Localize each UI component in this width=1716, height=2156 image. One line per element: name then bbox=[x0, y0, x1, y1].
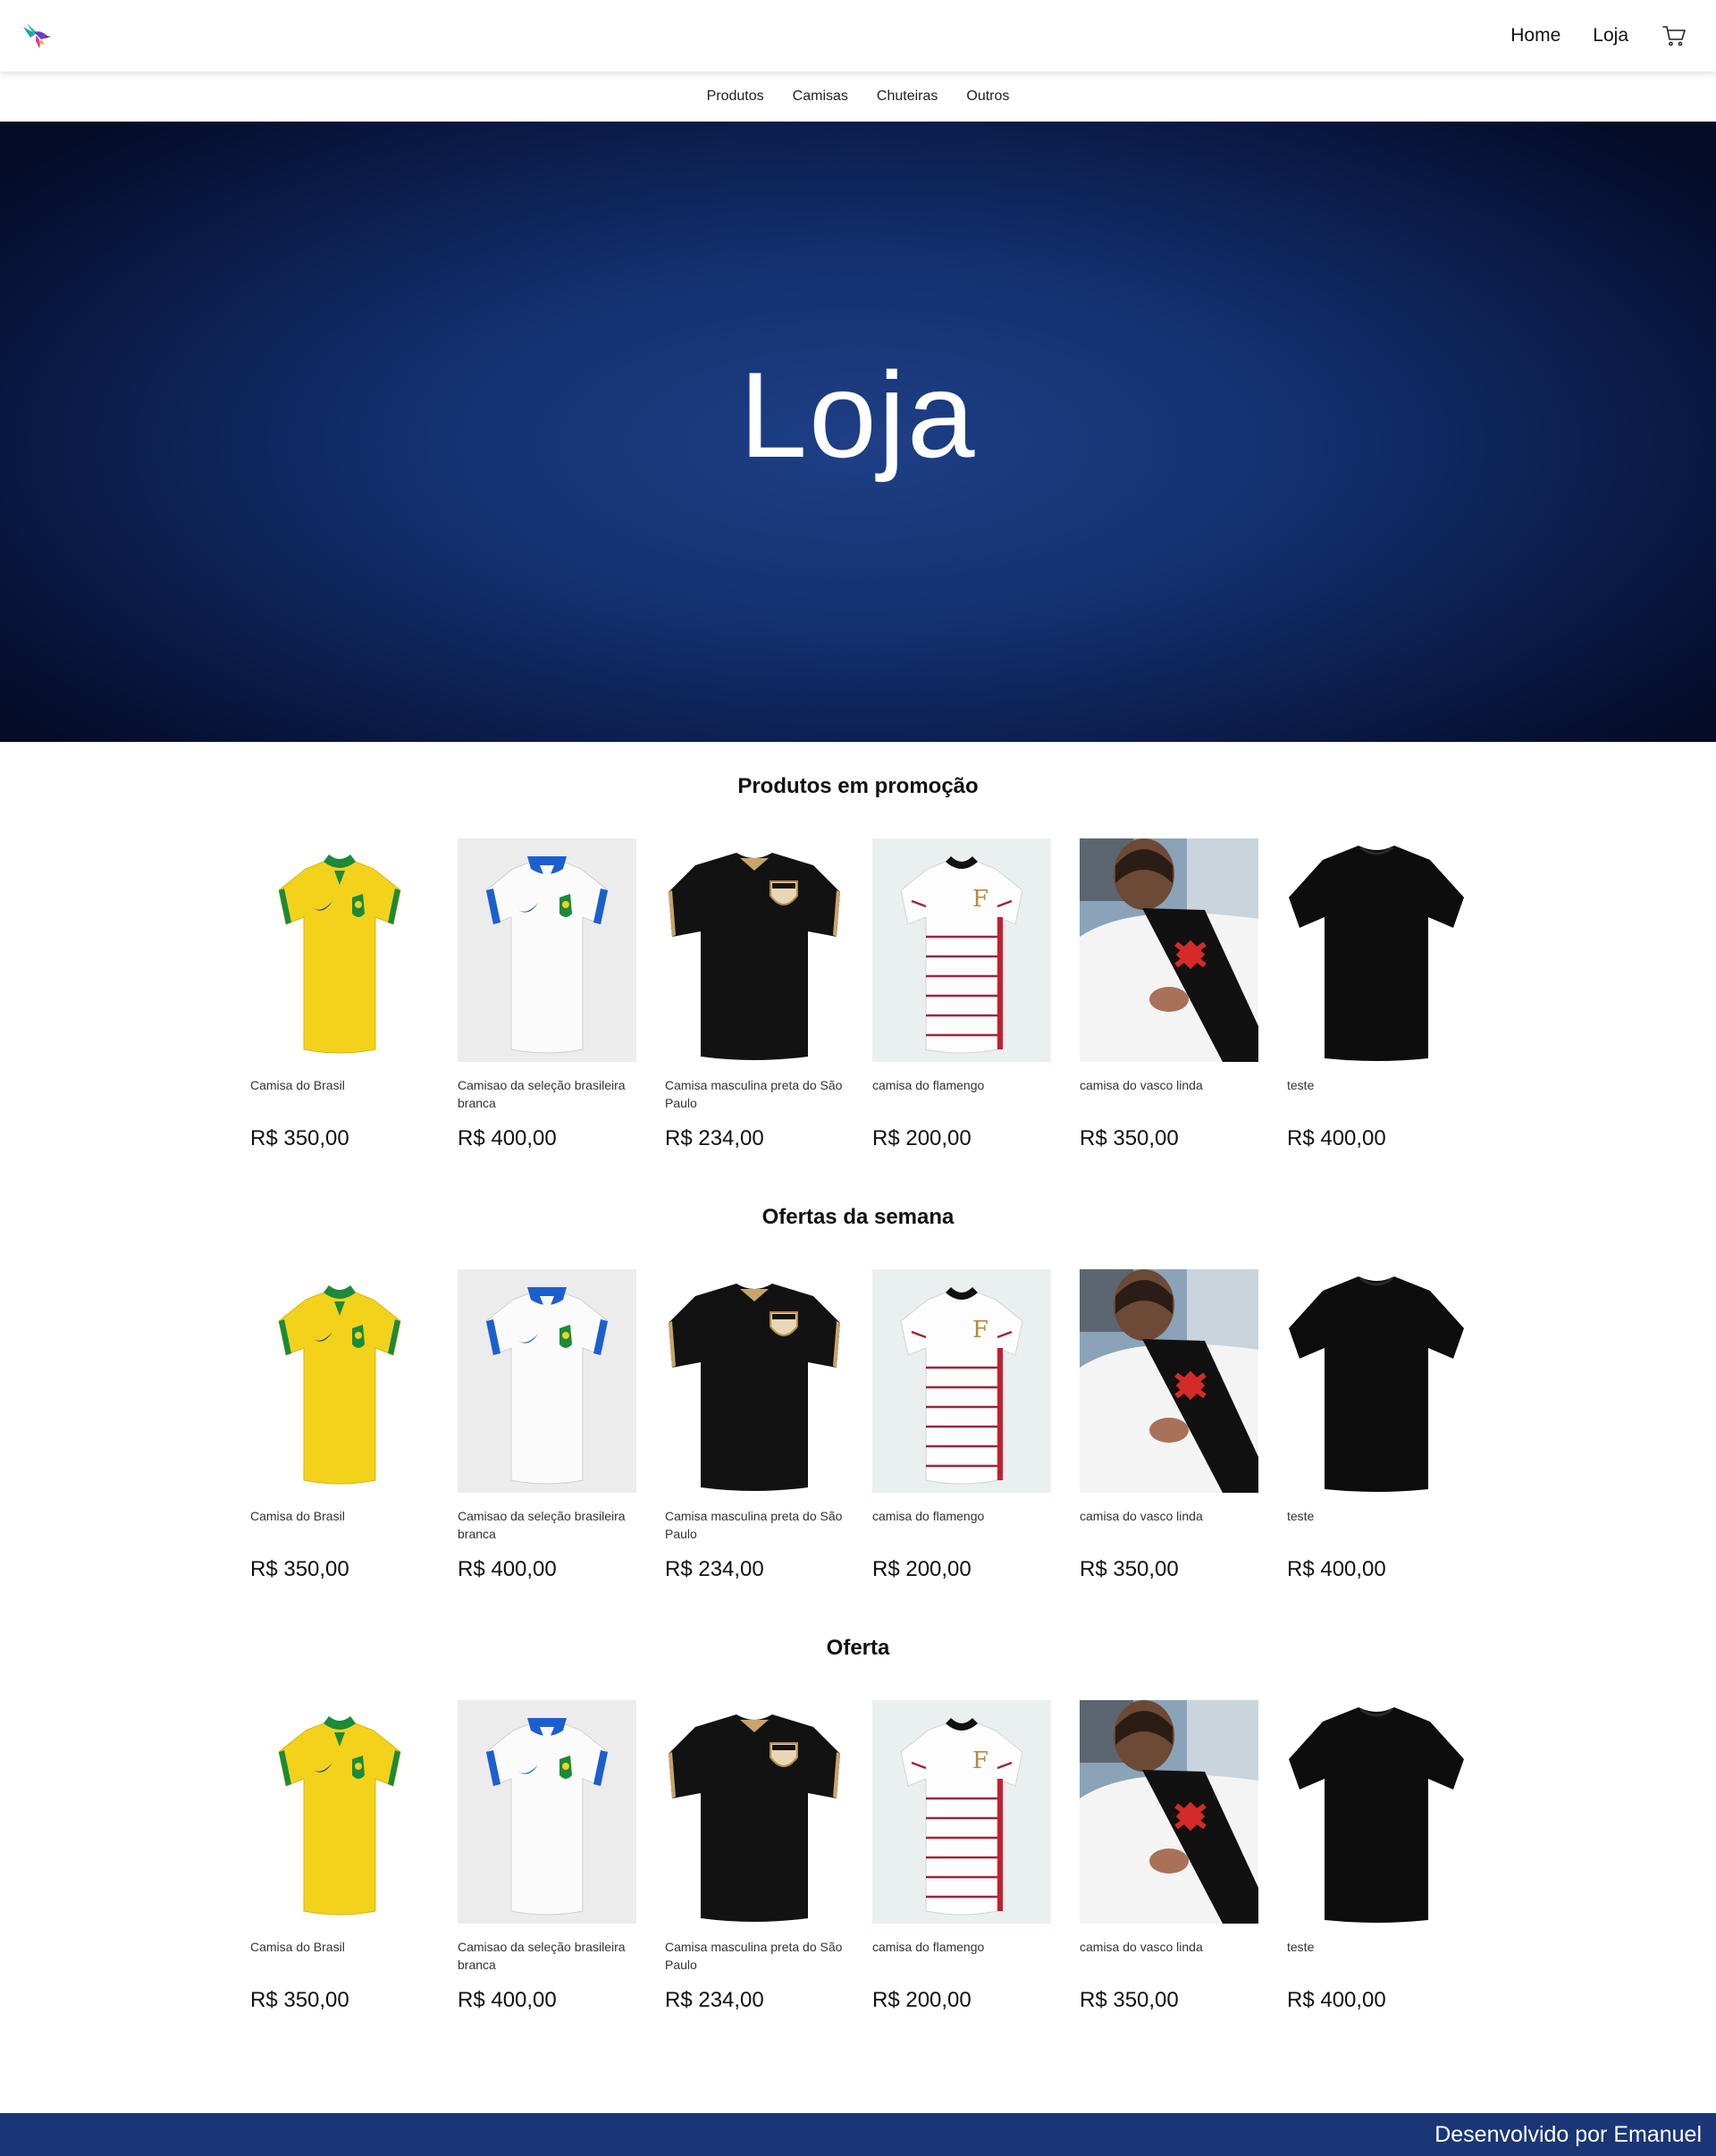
product-price: R$ 400,00 bbox=[1287, 1126, 1386, 1150]
product-name[interactable]: Camisa do Brasil bbox=[250, 1938, 429, 1974]
product-price: R$ 350,00 bbox=[250, 1557, 349, 1581]
black-sao-paulo-jersey-image[interactable] bbox=[665, 1269, 844, 1493]
product-card[interactable]: Fcamisa do flamengo R$ 200,00 bbox=[872, 1700, 1051, 2013]
product-card[interactable]: camisa do vasco linda R$ 350,00 bbox=[1080, 1700, 1258, 2013]
plain-black-tshirt-image[interactable] bbox=[1287, 838, 1466, 1062]
product-name[interactable]: camisa do flamengo bbox=[872, 1507, 1051, 1543]
svg-text:F: F bbox=[972, 1748, 988, 1774]
section-title: Produtos em promoção bbox=[737, 774, 979, 798]
product-name[interactable]: Camisa masculina preta do São Paulo bbox=[665, 1076, 844, 1112]
product-name[interactable]: Camisa do Brasil bbox=[250, 1507, 429, 1543]
plain-black-tshirt-image[interactable] bbox=[1287, 1700, 1466, 1924]
black-sao-paulo-jersey-image[interactable] bbox=[665, 1700, 844, 1924]
product-price: R$ 400,00 bbox=[458, 1988, 557, 2012]
product-card[interactable]: teste R$ 400,00 bbox=[1287, 1700, 1466, 2013]
product-grid: Camisa do Brasil R$ 350,00 Camisao da sele… bbox=[250, 1269, 1466, 1582]
section-title: Ofertas da semana bbox=[761, 1205, 955, 1229]
product-grid: Camisa do Brasil R$ 350,00 Camisao da sele… bbox=[250, 838, 1466, 1151]
section-ofertas-semana: Ofertas da semana Camisa do Brasil R$ 350… bbox=[0, 1205, 1716, 1598]
product-price: R$ 350,00 bbox=[1080, 1988, 1179, 2012]
product-card[interactable]: Camisao da seleção brasileira branca R$ 4… bbox=[458, 1700, 636, 2013]
section-title: Oferta bbox=[826, 1636, 890, 1660]
product-card[interactable]: Fcamisa do flamengo R$ 200,00 bbox=[872, 1269, 1051, 1582]
yellow-brazil-jersey-image[interactable] bbox=[250, 1700, 429, 1924]
product-name[interactable]: Camisa masculina preta do São Paulo bbox=[665, 1507, 844, 1543]
category-outros[interactable]: Outros bbox=[966, 88, 1009, 105]
product-name[interactable]: Camisa masculina preta do São Paulo bbox=[665, 1938, 844, 1974]
svg-text:F: F bbox=[972, 886, 988, 913]
product-card[interactable]: teste R$ 400,00 bbox=[1287, 1269, 1466, 1582]
category-chuteiras[interactable]: Chuteiras bbox=[877, 88, 938, 105]
product-price: R$ 200,00 bbox=[872, 1988, 972, 2012]
product-price: R$ 350,00 bbox=[1080, 1126, 1179, 1150]
plain-black-tshirt-image[interactable] bbox=[1287, 1269, 1466, 1493]
product-card[interactable]: Camisa do Brasil R$ 350,00 bbox=[250, 1700, 429, 2013]
category-camisas[interactable]: Camisas bbox=[793, 88, 848, 105]
product-price: R$ 234,00 bbox=[665, 1557, 764, 1581]
white-striped-flamengo-jersey-image[interactable]: F bbox=[872, 1700, 1051, 1924]
product-name[interactable]: camisa do vasco linda bbox=[1080, 1076, 1258, 1112]
vasco-jersey-photo-image[interactable] bbox=[1080, 1269, 1258, 1493]
product-card[interactable]: Fcamisa do flamengo R$ 200,00 bbox=[872, 838, 1051, 1151]
product-card[interactable]: Camisao da seleção brasileira branca R$ 4… bbox=[458, 1269, 636, 1582]
product-card[interactable]: Camisa masculina preta do São Paulo R$ 23… bbox=[665, 838, 844, 1151]
product-name[interactable]: camisa do vasco linda bbox=[1080, 1938, 1258, 1974]
product-name[interactable]: camisa do flamengo bbox=[872, 1076, 1051, 1112]
product-name[interactable]: camisa do vasco linda bbox=[1080, 1507, 1258, 1543]
category-produtos[interactable]: Produtos bbox=[707, 88, 764, 105]
hero-banner: Loja bbox=[0, 122, 1716, 742]
white-striped-flamengo-jersey-image[interactable]: F bbox=[872, 1269, 1051, 1493]
cart-icon[interactable] bbox=[1661, 22, 1687, 49]
product-price: R$ 400,00 bbox=[458, 1126, 557, 1150]
product-card[interactable]: Camisa do Brasil R$ 350,00 bbox=[250, 1269, 429, 1582]
white-brazil-jersey-image[interactable] bbox=[458, 1269, 636, 1493]
product-price: R$ 234,00 bbox=[665, 1988, 764, 2012]
product-price: R$ 350,00 bbox=[1080, 1557, 1179, 1581]
footer-credit: Desenvolvido por Emanuel bbox=[1434, 2121, 1702, 2147]
product-price: R$ 400,00 bbox=[458, 1557, 557, 1581]
section-oferta: Oferta Camisa do Brasil R$ 350,00 Camisao … bbox=[0, 1636, 1716, 2029]
product-grid: Camisa do Brasil R$ 350,00 Camisao da sele… bbox=[250, 1700, 1466, 2013]
product-name[interactable]: teste bbox=[1287, 1938, 1466, 1974]
product-price: R$ 350,00 bbox=[250, 1988, 349, 2012]
top-navbar: Home Loja bbox=[0, 0, 1716, 72]
nav-home-link[interactable]: Home bbox=[1510, 25, 1560, 46]
product-card[interactable]: Camisa masculina preta do São Paulo R$ 23… bbox=[665, 1269, 844, 1582]
product-name[interactable]: teste bbox=[1287, 1076, 1466, 1112]
product-card[interactable]: camisa do vasco linda R$ 350,00 bbox=[1080, 1269, 1258, 1582]
white-brazil-jersey-image[interactable] bbox=[458, 1700, 636, 1924]
nav-store-link[interactable]: Loja bbox=[1593, 25, 1628, 46]
vasco-jersey-photo-image[interactable] bbox=[1080, 1700, 1258, 1924]
product-price: R$ 400,00 bbox=[1287, 1988, 1386, 2012]
product-name[interactable]: camisa do flamengo bbox=[872, 1938, 1051, 1974]
product-price: R$ 234,00 bbox=[665, 1126, 764, 1150]
product-price: R$ 200,00 bbox=[872, 1557, 972, 1581]
footer: Desenvolvido por Emanuel bbox=[0, 2113, 1716, 2156]
hummingbird-logo-icon[interactable] bbox=[18, 18, 54, 54]
product-price: R$ 350,00 bbox=[250, 1126, 349, 1150]
product-card[interactable]: camisa do vasco linda R$ 350,00 bbox=[1080, 838, 1258, 1151]
product-name[interactable]: Camisao da seleção brasileira branca bbox=[458, 1938, 636, 1974]
white-brazil-jersey-image[interactable] bbox=[458, 838, 636, 1062]
main-nav: Home Loja bbox=[1510, 0, 1687, 72]
yellow-brazil-jersey-image[interactable] bbox=[250, 1269, 429, 1493]
product-price: R$ 400,00 bbox=[1287, 1557, 1386, 1581]
product-card[interactable]: teste R$ 400,00 bbox=[1287, 838, 1466, 1151]
black-sao-paulo-jersey-image[interactable] bbox=[665, 838, 844, 1062]
product-name[interactable]: Camisa do Brasil bbox=[250, 1076, 429, 1112]
section-promocao: Produtos em promoção Camisa do Brasil R$ … bbox=[0, 774, 1716, 1167]
product-name[interactable]: Camisao da seleção brasileira branca bbox=[458, 1507, 636, 1543]
hero-title: Loja bbox=[739, 347, 977, 483]
product-card[interactable]: Camisao da seleção brasileira branca R$ 4… bbox=[458, 838, 636, 1151]
product-card[interactable]: Camisa do Brasil R$ 350,00 bbox=[250, 838, 429, 1151]
product-name[interactable]: Camisao da seleção brasileira branca bbox=[458, 1076, 636, 1112]
white-striped-flamengo-jersey-image[interactable]: F bbox=[872, 838, 1051, 1062]
product-card[interactable]: Camisa masculina preta do São Paulo R$ 23… bbox=[665, 1700, 844, 2013]
vasco-jersey-photo-image[interactable] bbox=[1080, 838, 1258, 1062]
product-name[interactable]: teste bbox=[1287, 1507, 1466, 1543]
category-nav: Produtos Camisas Chuteiras Outros bbox=[0, 72, 1716, 122]
svg-text:F: F bbox=[972, 1317, 988, 1343]
yellow-brazil-jersey-image[interactable] bbox=[250, 838, 429, 1062]
product-price: R$ 200,00 bbox=[872, 1126, 972, 1150]
